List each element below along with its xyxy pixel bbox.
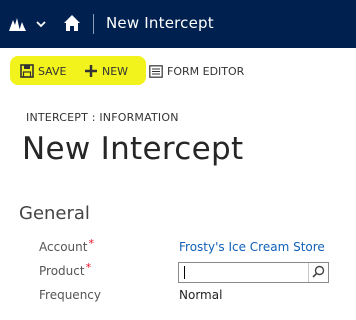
nav-divider [93, 14, 94, 34]
account-row: Account* Frosty's Ice Cream Store [0, 237, 356, 258]
product-label: Product* [39, 261, 92, 278]
product-input[interactable] [179, 263, 307, 282]
save-label: SAVE [38, 64, 67, 78]
home-button[interactable] [62, 13, 84, 35]
new-label: NEW [102, 64, 129, 78]
form-editor-icon [148, 63, 164, 79]
frequency-row: Frequency Normal [0, 286, 356, 306]
required-marker: * [85, 261, 92, 274]
product-label-text: Product [39, 264, 85, 278]
breadcrumb: INTERCEPT : INFORMATION [26, 111, 179, 124]
form-editor-button[interactable]: FORM EDITOR [148, 62, 244, 80]
lookup-search-button[interactable] [308, 263, 328, 282]
search-icon [312, 263, 325, 282]
product-lookup[interactable] [178, 262, 329, 283]
required-marker: * [88, 237, 94, 250]
new-button[interactable]: NEW [83, 62, 128, 80]
account-link[interactable]: Frosty's Ice Cream Store [179, 240, 325, 254]
chevron-down-icon [36, 20, 46, 28]
dynamics-logo-icon [8, 16, 28, 32]
nav-title: New Intercept [106, 14, 214, 32]
plus-icon [83, 63, 99, 79]
save-icon [19, 63, 35, 79]
account-label-text: Account [39, 240, 88, 254]
frequency-label: Frequency [39, 288, 101, 302]
command-bar: SAVE NEW FORM EDITOR [0, 56, 356, 86]
section-title: General [19, 203, 90, 224]
top-nav-bar: New Intercept [0, 0, 356, 48]
home-icon [62, 15, 82, 37]
form-editor-label: FORM EDITOR [167, 64, 245, 78]
account-label: Account* [39, 237, 94, 254]
app-switcher[interactable] [8, 12, 48, 36]
page-title: New Intercept [22, 131, 244, 167]
text-cursor [184, 266, 185, 279]
frequency-value[interactable]: Normal [179, 288, 222, 302]
save-button[interactable]: SAVE [19, 62, 66, 80]
product-row: Product* [0, 261, 356, 283]
